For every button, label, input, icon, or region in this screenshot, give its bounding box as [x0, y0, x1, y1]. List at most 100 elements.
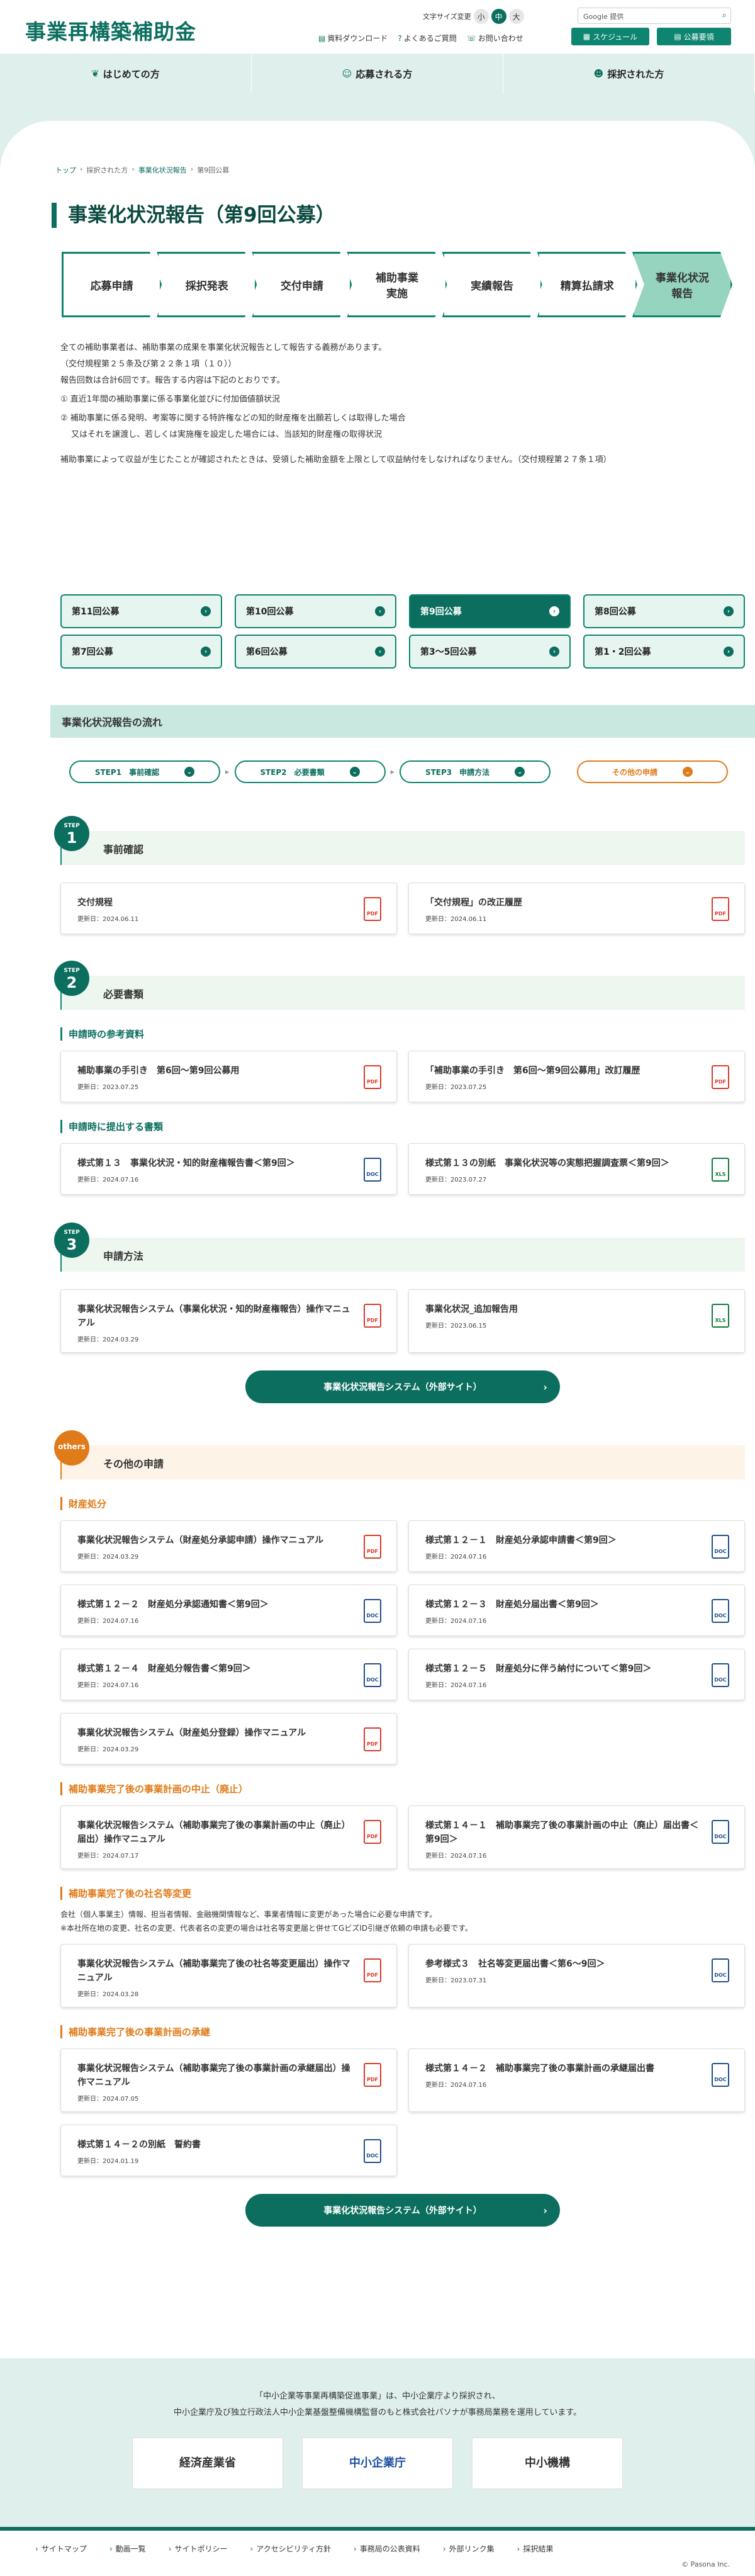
tab-kobo-11[interactable]: 第11回公募 › — [60, 594, 222, 628]
phone-icon: ☏ — [466, 34, 476, 43]
doc-card[interactable]: 様式第１２－１ 財産処分承認申請書＜第9回＞ 更新日：2024.07.16 DOC — [408, 1520, 745, 1572]
doc-card[interactable]: 様式第１３の別紙 事業化状況等の実態把握調査票＜第9回＞ 更新日：2023.07.… — [408, 1143, 745, 1195]
tab-kobo-1-2[interactable]: 第1・2回公募 › — [583, 635, 745, 669]
doc-card[interactable]: 事業化状況報告システム（補助事業完了後の事業計画の中止（廃止）届出）操作マニュア… — [60, 1805, 397, 1869]
tab-kobo-9[interactable]: 第9回公募 › — [409, 594, 571, 628]
font-size-medium-button[interactable]: 中 — [491, 9, 506, 24]
doc-card[interactable]: 様式第１２－２ 財産処分承認通知書＜第9回＞ 更新日：2024.07.16 DOC — [60, 1585, 397, 1636]
gnav-applicants[interactable]: ☺ 応募される方 — [252, 54, 503, 93]
external-system-button[interactable]: 事業化状況報告システム（外部サイト） › — [245, 2194, 560, 2227]
breadcrumb-adopted[interactable]: 採択された方 — [86, 165, 128, 175]
chevron-right-icon: › — [549, 606, 559, 616]
doc-card[interactable]: 様式第１４－２の別紙 誓約書 更新日：2024.01.19 DOC — [60, 2125, 397, 2176]
footer-link[interactable]: › 採択結果 — [517, 2543, 554, 2554]
section-step1: STEP 1 事前確認 交付規程 更新日：2024.06.11 PDF 「交付規程」の改… — [54, 816, 745, 934]
others-heading: others その他の申請 — [54, 1430, 745, 1479]
chevron-right-icon: › — [442, 2545, 446, 2553]
doc-card[interactable]: 様式第１３ 事業化状況・知的財産権報告書＜第9回＞ 更新日：2024.07.16 D… — [60, 1143, 397, 1195]
doc-card[interactable]: 「交付規程」の改正履歴 更新日：2024.06.11 PDF — [408, 883, 745, 934]
note-text: 会社（個人事業主）情報、担当者情報、金融機関情報など、事業者情報に変更があった場… — [60, 1910, 473, 1933]
tab-kobo-6[interactable]: 第6回公募 › — [235, 635, 396, 669]
step-payment: 精算払請求 — [537, 252, 637, 317]
flow-step3-button[interactable]: STEP3 申請方法 ⌄ — [400, 760, 551, 783]
subheading: 補助事業完了後の事業計画の承継 — [60, 2025, 745, 2038]
subheading: 申請時の参考資料 — [60, 1027, 745, 1041]
font-size-switcher: 文字サイズ変更 小 中 大 — [423, 9, 524, 24]
search-input[interactable]: Google 提供 ⌕ — [578, 8, 731, 24]
tab-kobo-8[interactable]: 第8回公募 › — [583, 594, 745, 628]
chevron-right-icon: › — [543, 2204, 547, 2217]
download-link[interactable]: ▤ 資料ダウンロード — [318, 33, 388, 43]
koubo-youryou-button[interactable]: ▤ 公募要領 — [657, 28, 731, 45]
pdf-icon: PDF — [712, 1065, 729, 1089]
footer-link[interactable]: › 動画一覧 — [109, 2543, 146, 2554]
step1-heading: STEP 1 事前確認 — [54, 816, 745, 865]
doc-card[interactable]: 交付規程 更新日：2024.06.11 PDF — [60, 883, 397, 934]
doc-card[interactable]: 補助事業の手引き 第6回～第9回公募用 更新日：2023.07.25 PDF — [60, 1051, 397, 1102]
pdf-icon: PDF — [364, 1304, 381, 1328]
chevron-down-icon: ⌄ — [349, 767, 360, 777]
doc-card[interactable]: 事業化状況報告システム（補助事業完了後の事業計画の承継届出）操作マニュアル 更新日… — [60, 2048, 397, 2112]
breadcrumb-report[interactable]: 事業化状況報告 — [138, 165, 187, 175]
doc-card[interactable]: 様式第１２－５ 財産処分に伴う納付について＜第9回＞ 更新日：2024.07.16… — [408, 1649, 745, 1700]
doc-card[interactable]: 様式第１２－４ 財産処分報告書＜第9回＞ 更新日：2024.07.16 DOC — [60, 1649, 397, 1700]
footer-link[interactable]: › 外部リンク集 — [443, 2543, 495, 2554]
chevron-right-icon: › — [35, 2545, 38, 2553]
footer-link[interactable]: › サイトマップ — [35, 2543, 87, 2554]
font-size-small-button[interactable]: 小 — [473, 9, 489, 24]
document-icon: ▤ — [674, 32, 681, 41]
doc-icon: DOC — [712, 2063, 729, 2087]
doc-card[interactable]: 事業化状況報告システム（財産処分登録）操作マニュアル 更新日：2024.03.29… — [60, 1713, 397, 1765]
footer-link[interactable]: › サイトポリシー — [169, 2543, 228, 2554]
step-adoption: 採択発表 — [157, 252, 257, 317]
breadcrumb-top[interactable]: トップ — [55, 165, 76, 175]
calendar-icon: ▦ — [583, 32, 591, 41]
gnav-adopted[interactable]: ☻ 採択された方 — [503, 54, 755, 93]
tab-kobo-7[interactable]: 第7回公募 › — [60, 635, 222, 669]
flow-step1-button[interactable]: STEP1 事前確認 ⌄ — [69, 760, 220, 783]
gnav-beginners[interactable]: ❦ はじめての方 — [0, 54, 252, 93]
breadcrumb-current: 第9回公募 — [197, 166, 230, 174]
site-header: 事業再構築補助金 文字サイズ変更 小 中 大 Google 提供 ⌕ ▤ 資料ダウン… — [0, 0, 755, 54]
site-logo[interactable]: 事業再構築補助金 — [25, 15, 196, 45]
search-icon[interactable]: ⌕ — [722, 11, 727, 20]
arrow-right-icon: ▸ — [390, 767, 395, 777]
flow-other-button[interactable]: その他の申請 ⌄ — [577, 760, 729, 783]
doc-card[interactable]: 様式第１２－３ 財産処分届出書＜第9回＞ 更新日：2024.07.16 DOC — [408, 1585, 745, 1636]
doc-card[interactable]: 事業化状況報告システム（補助事業完了後の社名等変更届出）操作マニュアル 更新日：2… — [60, 1944, 397, 2008]
flow-nav: STEP1 事前確認 ⌄ ▸ STEP2 必要書類 ⌄ ▸ STEP3 申請方法 ⌄ その… — [69, 760, 729, 783]
step2-heading: STEP 2 必要書類 — [54, 961, 745, 1010]
flow-step2-button[interactable]: STEP2 必要書類 ⌄ — [234, 760, 386, 783]
footer-link[interactable]: › 事務局の公表資料 — [354, 2543, 420, 2554]
font-size-large-button[interactable]: 大 — [508, 9, 524, 24]
tab-kobo-3-5[interactable]: 第3～5回公募 › — [409, 635, 571, 669]
intro-text: 全ての補助事業者は、補助事業の成果を事業化状況報告として報告する義務があります。… — [60, 343, 612, 465]
step-status-report: 事業化状況 報告 — [632, 252, 732, 317]
smrj-logo[interactable]: 中小機構 — [472, 2438, 623, 2489]
doc-card[interactable]: 様式第１４－１ 補助事業完了後の事業計画の中止（廃止）届出書＜第9回＞ 更新日：2… — [408, 1805, 745, 1869]
external-system-button[interactable]: 事業化状況報告システム（外部サイト） › — [245, 1370, 560, 1403]
chevron-right-icon: › — [353, 2545, 357, 2553]
doc-card[interactable]: 参考様式３ 社名等変更届出書＜第6～9回＞ 更新日：2023.07.31 DOC — [408, 1944, 745, 2008]
footer-logos: 経済産業省 中小企業庁 中小機構 — [0, 2438, 755, 2489]
doc-card[interactable]: 事業化状況_追加報告用 更新日：2023.06.15 XLS — [408, 1289, 745, 1353]
chusho-logo[interactable]: 中小企業庁 — [302, 2438, 453, 2489]
chevron-right-icon: › — [201, 647, 211, 657]
schedule-button[interactable]: ▦ スケジュール — [571, 28, 649, 45]
doc-card[interactable]: 「補助事業の手引き 第6回～第9回公募用」改訂履歴 更新日：2023.07.25 P… — [408, 1051, 745, 1102]
chevron-right-icon: › — [201, 606, 211, 616]
footer-nav: › サイトマップ › 動画一覧 › サイトポリシー › アクセシビリティ方針 › 事務局の… — [0, 2531, 755, 2560]
doc-card[interactable]: 様式第１４－２ 補助事業完了後の事業計画の承継届出書 更新日：2024.07.16… — [408, 2048, 745, 2112]
chevron-right-icon: › — [543, 1381, 547, 1393]
contact-link[interactable]: ☏ お問い合わせ — [467, 33, 523, 43]
step-apply: 応募申請 — [62, 252, 162, 317]
doc-icon: DOC — [364, 1599, 381, 1623]
faq-link[interactable]: ? よくあるご質問 — [398, 33, 456, 43]
doc-card[interactable]: 事業化状況報告システム（事業化状況・知的財産権報告）操作マニュアル 更新日：202… — [60, 1289, 397, 1353]
doc-icon: DOC — [364, 2139, 381, 2163]
meti-logo[interactable]: 経済産業省 — [132, 2438, 283, 2489]
copyright: © Pasona Inc. — [681, 2560, 730, 2568]
footer-link[interactable]: › アクセシビリティ方針 — [250, 2543, 331, 2554]
tab-kobo-10[interactable]: 第10回公募 › — [235, 594, 396, 628]
doc-card[interactable]: 事業化状況報告システム（財産処分承認申請）操作マニュアル 更新日：2024.03.… — [60, 1520, 397, 1572]
